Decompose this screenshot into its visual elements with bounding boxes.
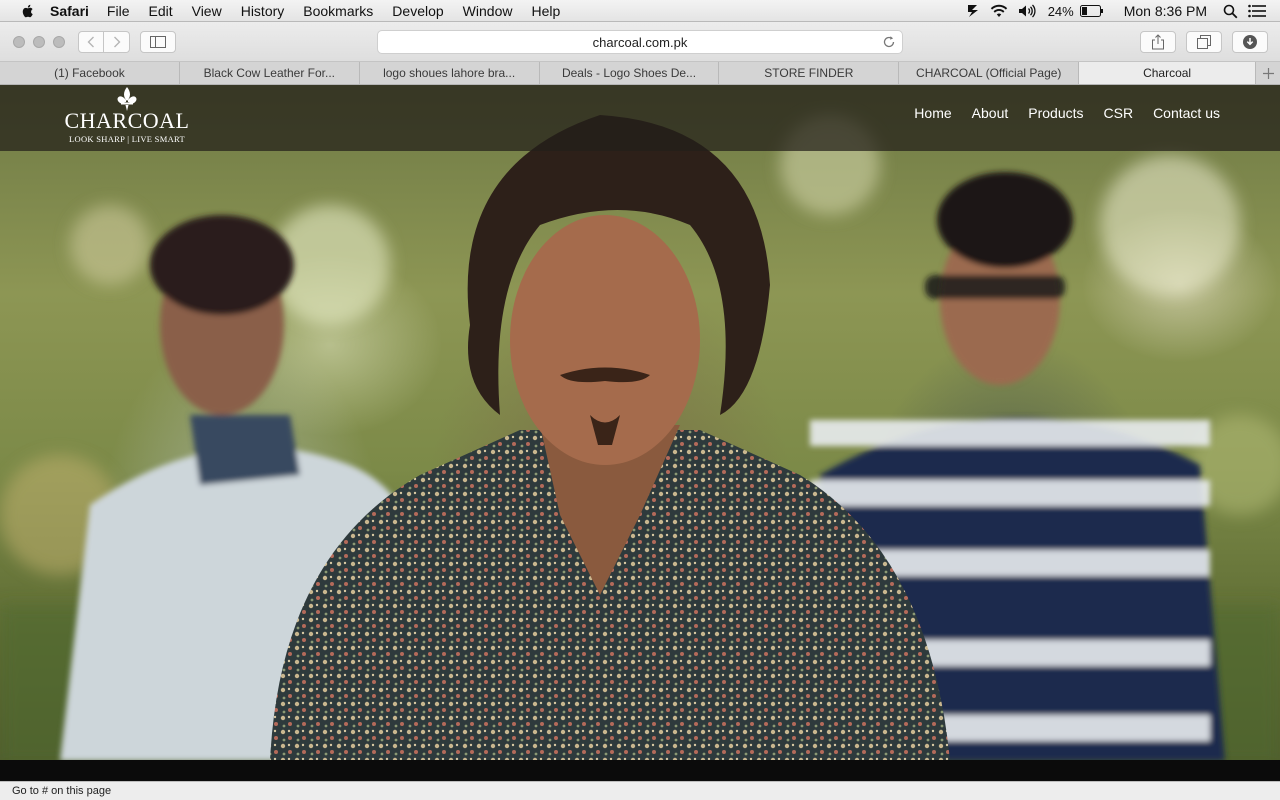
battery-icon[interactable] [1079, 0, 1104, 22]
tab-label: (1) Facebook [54, 66, 125, 80]
page-footer-strip [0, 760, 1280, 781]
new-tab-button[interactable] [1256, 62, 1280, 84]
notification-center-icon[interactable] [1248, 0, 1266, 22]
downloads-icon [1243, 35, 1257, 49]
web-page: CHARCOAL LOOK SHARP | LIVE SMART Home Ab… [0, 85, 1280, 781]
menu-help[interactable]: Help [531, 3, 560, 19]
nav-home[interactable]: Home [914, 105, 951, 121]
menu-develop[interactable]: Develop [392, 3, 443, 19]
tabs-overview-button[interactable] [1186, 31, 1222, 53]
apple-icon[interactable] [20, 3, 36, 19]
tab-label: logo shoues lahore bra... [383, 66, 516, 80]
nav-products[interactable]: Products [1028, 105, 1083, 121]
forward-button[interactable] [104, 31, 130, 53]
site-header: CHARCOAL LOOK SHARP | LIVE SMART Home Ab… [0, 85, 1280, 151]
tab-label: Charcoal [1143, 66, 1192, 80]
tab-label: STORE FINDER [764, 66, 854, 80]
tab-charcoal-official-page[interactable]: CHARCOAL (Official Page) [899, 62, 1080, 84]
charcoal-logo[interactable]: CHARCOAL LOOK SHARP | LIVE SMART [62, 87, 192, 149]
malwarebytes-icon[interactable] [966, 0, 980, 22]
zoom-window-button[interactable] [53, 36, 65, 48]
address-bar-url: charcoal.com.pk [592, 34, 688, 50]
app-menu-safari[interactable]: Safari [50, 3, 89, 19]
spotlight-icon[interactable] [1223, 0, 1238, 22]
minimize-window-button[interactable] [33, 36, 45, 48]
downloads-button[interactable] [1232, 31, 1268, 53]
close-window-button[interactable] [13, 36, 25, 48]
menu-bookmarks[interactable]: Bookmarks [303, 3, 373, 19]
main-nav: Home About Products CSR Contact us [894, 105, 1220, 121]
tab-black-cow-leather[interactable]: Black Cow Leather For... [180, 62, 360, 84]
reload-icon[interactable] [882, 35, 896, 49]
tab-label: CHARCOAL (Official Page) [916, 66, 1062, 80]
tab-label: Deals - Logo Shoes De... [561, 66, 697, 80]
nav-contact-us[interactable]: Contact us [1153, 105, 1220, 121]
menu-window[interactable]: Window [463, 3, 513, 19]
status-text: Go to # on this page [12, 785, 112, 797]
hero-photo [0, 115, 1280, 761]
address-bar[interactable]: charcoal.com.pk [377, 30, 903, 54]
sidebar-icon [150, 36, 166, 48]
back-icon [87, 36, 94, 48]
sidebar-button[interactable] [140, 31, 176, 53]
menu-bar-clock[interactable]: Mon 8:36 PM [1124, 3, 1207, 19]
menu-edit[interactable]: Edit [148, 3, 172, 19]
battery-percent: 24% [1047, 3, 1074, 19]
menu-view[interactable]: View [192, 3, 222, 19]
menu-history[interactable]: History [241, 3, 285, 19]
tab-bar: (1) Facebook Black Cow Leather For... lo… [0, 62, 1280, 85]
share-icon [1152, 34, 1164, 50]
forward-icon [113, 36, 120, 48]
nav-about[interactable]: About [972, 105, 1009, 121]
volume-icon[interactable] [1018, 0, 1038, 22]
tabs-overview-icon [1197, 35, 1211, 49]
tab-facebook[interactable]: (1) Facebook [0, 62, 180, 84]
back-button[interactable] [78, 31, 104, 53]
tab-label: Black Cow Leather For... [203, 66, 335, 80]
tab-logo-shoues[interactable]: logo shoues lahore bra... [360, 62, 540, 84]
tab-deals-logo-shoes[interactable]: Deals - Logo Shoes De... [540, 62, 720, 84]
nav-csr[interactable]: CSR [1104, 105, 1134, 121]
macos-menu-bar: Safari File Edit View History Bookmarks … [0, 0, 1280, 22]
plus-icon [1262, 67, 1274, 79]
safari-toolbar: charcoal.com.pk [0, 22, 1280, 62]
safari-status-bar: Go to # on this page [0, 781, 1280, 800]
logo-wordmark: CHARCOAL [64, 108, 190, 133]
logo-tagline: LOOK SHARP | LIVE SMART [69, 134, 185, 144]
tab-store-finder[interactable]: STORE FINDER [719, 62, 900, 84]
share-button[interactable] [1140, 31, 1176, 53]
tab-charcoal[interactable]: Charcoal [1079, 62, 1257, 84]
menu-file[interactable]: File [107, 3, 130, 19]
wifi-icon[interactable] [990, 0, 1008, 22]
